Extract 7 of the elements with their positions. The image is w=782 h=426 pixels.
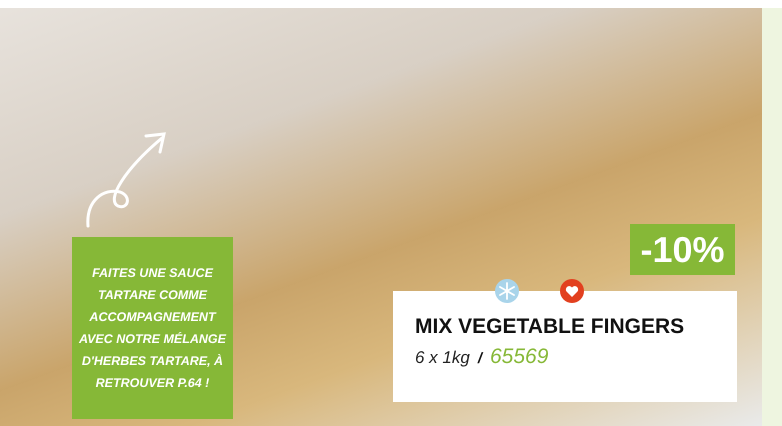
product-code: 65569 bbox=[490, 345, 548, 369]
pack-size: 6 x 1kg bbox=[415, 348, 470, 368]
curved-arrow-icon bbox=[84, 130, 168, 228]
product-name: MIX VEGETABLE FINGERS bbox=[415, 315, 686, 339]
tip-text: FAITES UNE SAUCE TARTARE COMME ACCOMPAGNEMENT AVEC NOTRE MÉLANGE D'HERBES TARTARE, À RETROUVER P.64 ! bbox=[72, 237, 233, 419]
discount-badge: -10% bbox=[630, 224, 735, 275]
separator: / bbox=[478, 350, 482, 367]
